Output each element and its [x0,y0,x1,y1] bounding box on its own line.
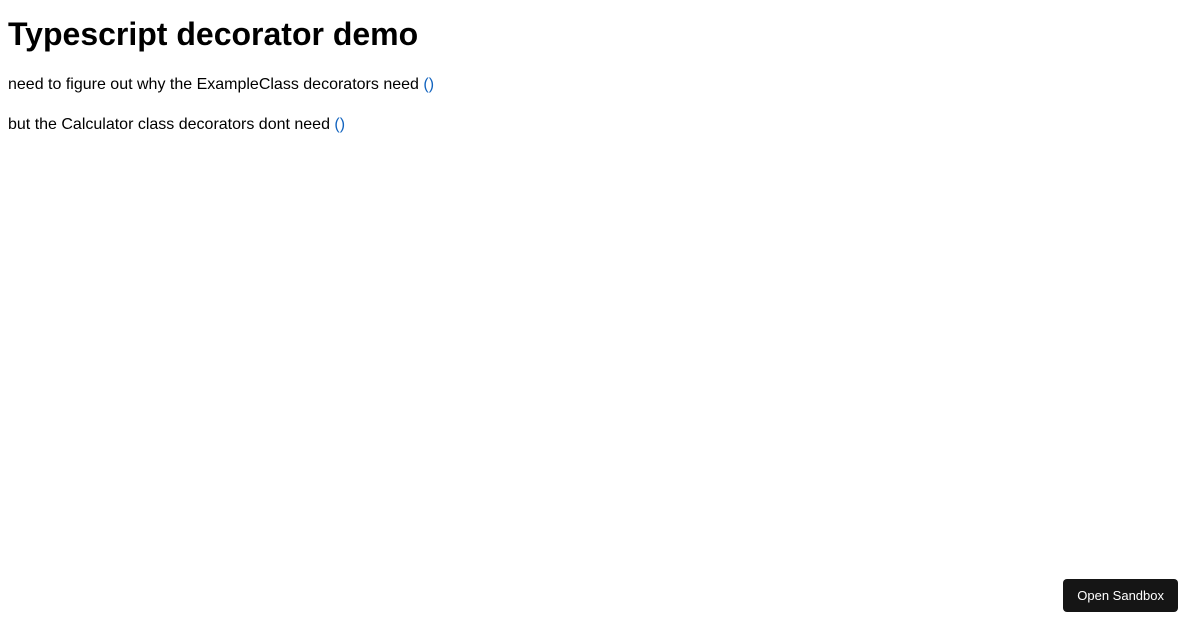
paragraph-text: but the Calculator class decorators dont… [8,116,334,133]
open-sandbox-button[interactable]: Open Sandbox [1063,579,1178,612]
parentheses-literal: () [423,76,434,93]
paragraph-calculator-class: but the Calculator class decorators dont… [8,113,1192,137]
parentheses-literal: () [334,116,345,133]
paragraph-text: need to figure out why the ExampleClass … [8,76,423,93]
paragraph-example-class: need to figure out why the ExampleClass … [8,73,1192,97]
page-title: Typescript decorator demo [8,16,1192,53]
